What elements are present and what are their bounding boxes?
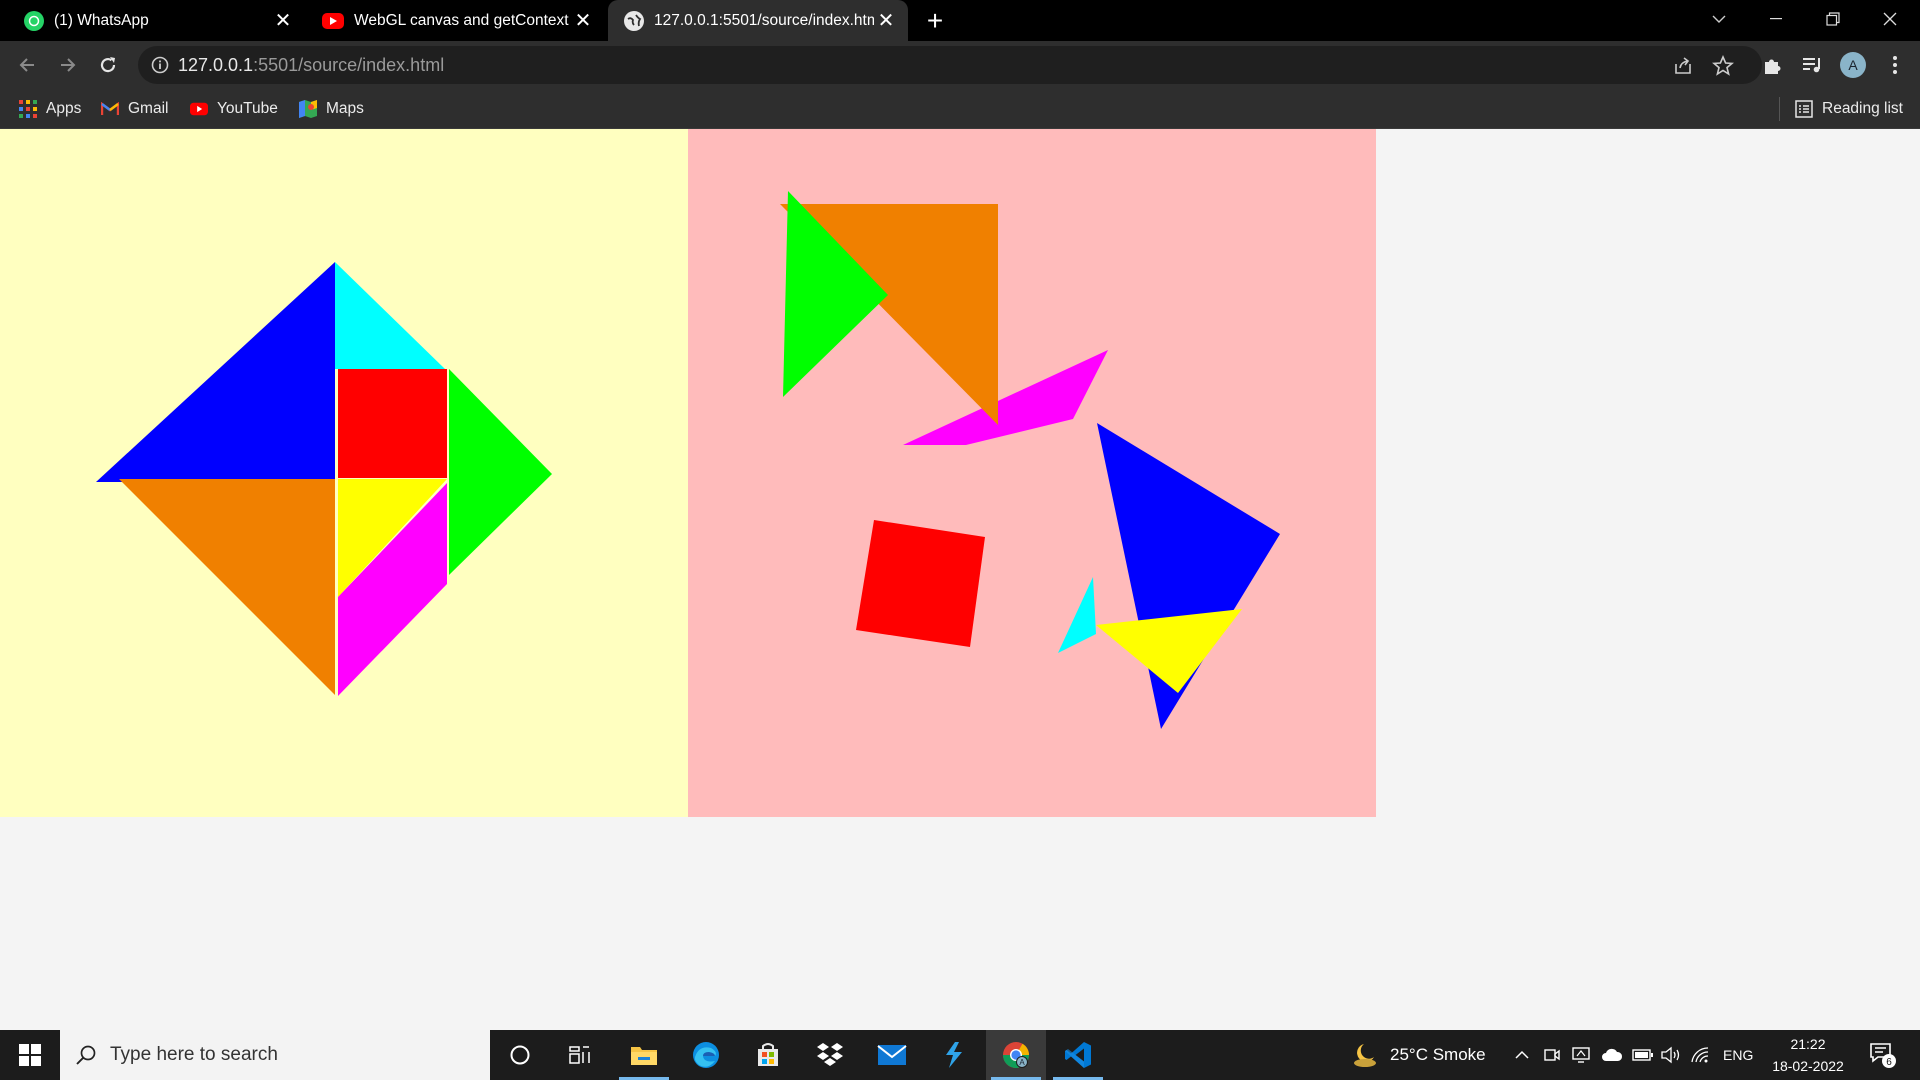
task-view-icon[interactable] [550,1030,610,1080]
new-tab-button[interactable]: + [920,5,950,36]
dropbox-icon[interactable] [800,1030,860,1080]
bookmark-label: Apps [46,100,82,117]
apps-grid-icon [19,100,37,118]
close-window-icon[interactable] [1862,0,1918,38]
bookmark-label: Gmail [128,100,169,117]
bookmark-youtube[interactable]: YouTube [190,89,278,129]
bookmarks-divider [1779,97,1780,121]
close-tab-icon[interactable]: ✕ [874,9,898,33]
vscode-insiders-icon[interactable] [924,1030,984,1080]
youtube-icon [190,100,208,118]
windows-taskbar: Type here to search A 25°C Smoke ENG 21:… [0,1030,1920,1080]
reload-button[interactable] [92,49,124,81]
volume-icon[interactable] [1660,1046,1682,1064]
windows-logo-icon [19,1044,41,1066]
edge-icon[interactable] [676,1030,736,1080]
moon-cloud-icon [1354,1044,1376,1067]
kebab-menu-icon[interactable] [1883,53,1907,77]
meet-now-icon[interactable] [1543,1046,1561,1064]
tab-index-html[interactable]: 127.0.0.1:5501/source/index.html ✕ [608,0,908,41]
url-path: :5501/source/index.html [253,55,445,75]
bookmark-gmail[interactable]: Gmail [101,89,168,129]
notification-center-icon[interactable]: 6 [1868,1040,1898,1070]
profile-avatar[interactable]: A [1840,52,1866,78]
mail-icon[interactable] [862,1030,922,1080]
bookmark-star-icon[interactable] [1712,55,1734,77]
forward-button[interactable] [52,49,84,81]
close-tab-icon[interactable]: ✕ [271,9,295,33]
youtube-icon [322,12,344,29]
battery-icon[interactable] [1632,1048,1654,1062]
extensions-icon[interactable] [1760,53,1784,77]
reading-list-button[interactable]: Reading list [1795,89,1903,129]
tangram-square [856,520,985,647]
chevron-up-icon[interactable] [1514,1047,1530,1063]
start-button[interactable] [0,1030,60,1080]
gmail-icon [101,100,119,118]
back-button[interactable] [11,49,43,81]
bookmark-label: Maps [326,100,364,117]
wifi-icon[interactable] [1690,1046,1710,1064]
tab-webgl-video[interactable]: WebGL canvas and getContext - ✕ [305,0,605,41]
page-viewport [0,129,1920,1030]
tangram-solved-canvas [0,129,688,817]
search-placeholder: Type here to search [110,1044,278,1065]
tangram-square [338,369,447,478]
url-text[interactable]: 127.0.0.1:5501/source/index.html [178,55,444,76]
site-info-icon[interactable] [150,55,170,75]
bookmark-maps[interactable]: Maps [299,89,364,129]
browser-toolbar: 127.0.0.1:5501/source/index.html A [0,41,1920,89]
media-control-icon[interactable] [1800,53,1824,77]
tab-title: WebGL canvas and getContext - [354,11,571,29]
vscode-icon[interactable] [1048,1030,1108,1080]
clock[interactable]: 21:22 18-02-2022 [1760,1030,1856,1080]
display-icon[interactable] [1571,1046,1591,1064]
tangram-scrambled-canvas [688,129,1376,817]
file-explorer-icon[interactable] [614,1030,674,1080]
clock-time: 21:22 [1790,1036,1826,1052]
close-tab-icon[interactable]: ✕ [571,9,595,33]
bookmark-label: YouTube [217,100,278,117]
minimize-icon[interactable] [1748,0,1804,38]
share-icon[interactable] [1672,55,1694,77]
notification-count: 6 [1886,1057,1892,1068]
chrome-icon[interactable]: A [986,1030,1046,1080]
bookmark-apps[interactable]: Apps [19,89,81,129]
reading-list-label: Reading list [1822,100,1903,117]
url-host: 127.0.0.1 [178,55,254,75]
globe-icon [624,10,644,31]
whatsapp-icon [24,10,44,31]
clock-date: 18-02-2022 [1772,1058,1844,1074]
restore-icon[interactable] [1805,0,1861,38]
svg-text:A: A [1019,1058,1025,1067]
search-icon [76,1045,96,1065]
tab-search-icon[interactable] [1691,0,1747,38]
cortana-icon[interactable] [490,1030,550,1080]
reading-list-icon [1795,100,1813,118]
weather-widget[interactable]: 25°C Smoke [1350,1030,1486,1080]
weather-text: 25°C Smoke [1390,1045,1486,1064]
onedrive-cloud-icon[interactable] [1601,1047,1623,1063]
tab-whatsapp[interactable]: (1) WhatsApp ✕ [0,0,305,41]
language-indicator[interactable]: ENG [1723,1030,1753,1080]
taskbar-search-box[interactable]: Type here to search [60,1030,490,1080]
address-bar[interactable]: 127.0.0.1:5501/source/index.html [138,46,1762,84]
bookmarks-bar: Apps Gmail YouTube Maps Reading list [0,89,1920,129]
browser-tab-strip: (1) WhatsApp ✕ WebGL canvas and getConte… [0,0,1920,41]
maps-icon [299,100,317,118]
tab-title: 127.0.0.1:5501/source/index.html [654,11,874,29]
store-icon[interactable] [738,1030,798,1080]
tab-title: (1) WhatsApp [54,11,149,29]
